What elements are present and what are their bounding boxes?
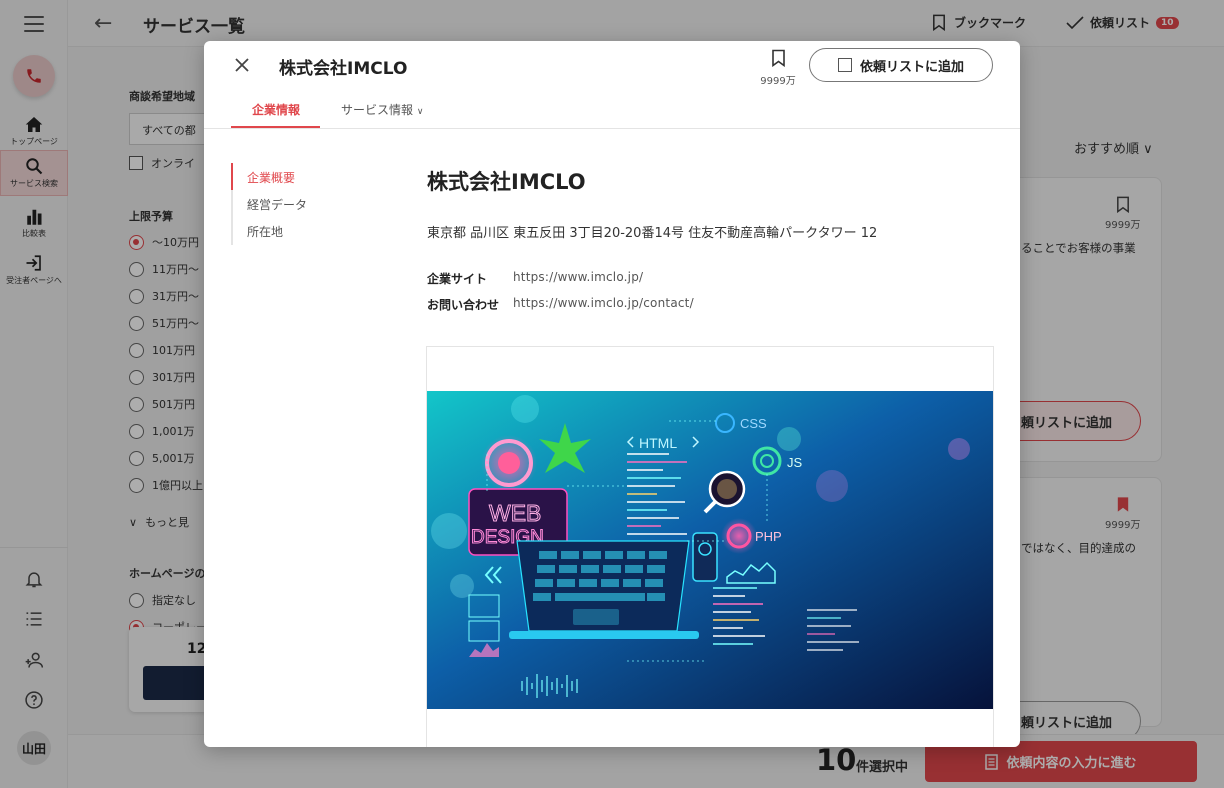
chevron-down-icon: ∨ xyxy=(416,107,424,117)
tab-label: サービス情報 xyxy=(341,103,414,117)
hero-text-php: PHP xyxy=(755,529,782,544)
website-row: 企業サイト https://www.imclo.jp/ xyxy=(427,270,643,287)
bookmark-icon xyxy=(771,49,785,68)
contact-link[interactable]: https://www.imclo.jp/contact/ xyxy=(513,296,694,313)
bookmark-count: 9999万 xyxy=(760,76,796,87)
close-icon[interactable] xyxy=(232,55,252,75)
add-button-label: 依頼リストに追加 xyxy=(859,59,964,75)
modal-bookmark[interactable]: 9999万 xyxy=(756,49,800,87)
company-name: 株式会社IMCLO xyxy=(427,170,586,194)
active-tab-indicator xyxy=(231,126,320,128)
section-nav-indicator xyxy=(231,163,233,190)
checkbox-icon xyxy=(837,58,852,72)
website-label: 企業サイト xyxy=(427,272,488,286)
modal-title: 株式会社IMCLO xyxy=(279,59,408,79)
hero-text-html: HTML xyxy=(639,435,677,451)
website-link[interactable]: https://www.imclo.jp/ xyxy=(513,270,643,287)
company-address: 東京都 品川区 東五反田 3丁目20-20番14号 住友不動産高輪パークタワー … xyxy=(427,226,878,241)
hero-text-js: JS xyxy=(787,455,803,470)
company-modal: 株式会社IMCLO 9999万 依頼リストに追加 企業情報 サービス情報 ∨ 企… xyxy=(204,41,1020,747)
tab-company-info[interactable]: 企業情報 xyxy=(252,101,300,118)
contact-label: お問い合わせ xyxy=(427,298,500,312)
hero-text-web: WEB xyxy=(489,500,541,526)
web-design-illustration: WEB DESIGN HTML CSS JS PHP xyxy=(427,391,993,709)
section-nav-management-data[interactable]: 経営データ xyxy=(247,196,307,213)
tab-service-info[interactable]: サービス情報 ∨ xyxy=(341,101,423,118)
hero-text-css: CSS xyxy=(740,416,767,431)
contact-row: お問い合わせ https://www.imclo.jp/contact/ xyxy=(427,296,694,313)
company-image-frame: WEB DESIGN HTML CSS JS PHP xyxy=(426,346,994,747)
section-nav-location[interactable]: 所在地 xyxy=(247,223,283,240)
add-to-request-list-button[interactable]: 依頼リストに追加 xyxy=(809,48,993,82)
modal-tabs: 企業情報 サービス情報 ∨ xyxy=(204,91,1020,129)
section-nav-overview[interactable]: 企業概要 xyxy=(247,169,295,186)
